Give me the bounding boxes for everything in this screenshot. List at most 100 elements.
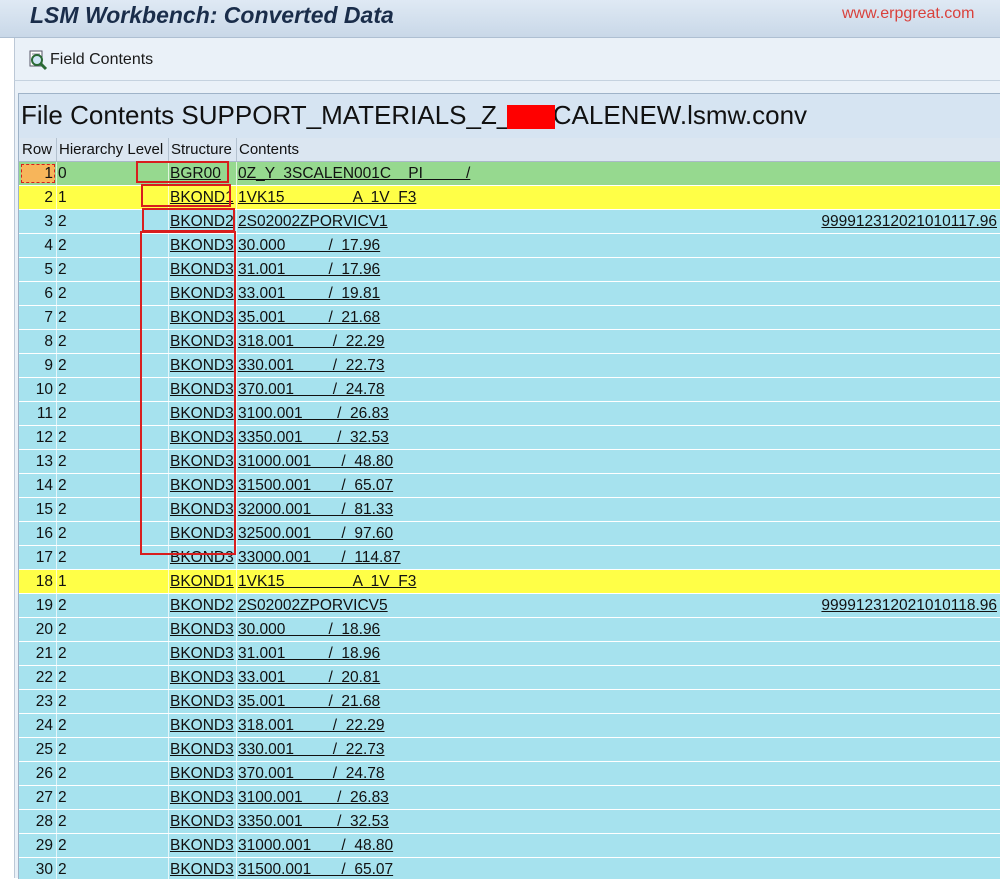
table-row[interactable]: 8 2 BKOND3 318.001 / 22.29 — [19, 330, 1000, 354]
structure-link[interactable]: BKOND2 — [170, 213, 234, 231]
table-row[interactable]: 4 2 BKOND3 30.000 / 17.96 — [19, 234, 1000, 258]
structure-link[interactable]: BKOND3 — [170, 669, 234, 687]
contents-link[interactable]: 31000.001 / 48.80 — [238, 837, 393, 855]
structure-link[interactable]: BKOND3 — [170, 765, 234, 783]
structure-link[interactable]: BKOND3 — [170, 261, 234, 279]
structure-link[interactable]: BKOND3 — [170, 645, 234, 663]
field-contents-button[interactable]: Field Contents — [27, 48, 153, 72]
contents-link[interactable]: 3350.001 / 32.53 — [238, 429, 389, 447]
table-row[interactable]: 28 2 BKOND3 3350.001 / 32.53 — [19, 810, 1000, 834]
contents-link[interactable]: 2S02002ZPORVICV1 — [238, 213, 388, 231]
table-row[interactable]: 21 2 BKOND3 31.001 / 18.96 — [19, 642, 1000, 666]
table-row[interactable]: 9 2 BKOND3 330.001 / 22.73 — [19, 354, 1000, 378]
contents-link[interactable]: 318.001 / 22.29 — [238, 717, 385, 735]
structure-link[interactable]: BKOND3 — [170, 429, 234, 447]
contents-link[interactable]: 33000.001 / 114.87 — [238, 549, 401, 567]
table-row[interactable]: 6 2 BKOND3 33.001 / 19.81 — [19, 282, 1000, 306]
table-row[interactable]: 19 2 BKOND2 2S02002ZPORVICV5 999912312021010… — [19, 594, 1000, 618]
hierarchy-level: 2 — [58, 285, 67, 302]
contents-link[interactable]: 330.001 / 22.73 — [238, 357, 385, 375]
structure-link[interactable]: BKOND3 — [170, 813, 234, 831]
structure-link[interactable]: BKOND3 — [170, 837, 234, 855]
table-row[interactable]: 14 2 BKOND3 31500.001 / 65.07 — [19, 474, 1000, 498]
structure-link[interactable]: BKOND3 — [170, 525, 234, 543]
column-header-contents[interactable]: Contents — [239, 141, 299, 158]
contents-link[interactable]: 370.001 / 24.78 — [238, 765, 385, 783]
structure-link[interactable]: BKOND3 — [170, 693, 234, 711]
contents-link[interactable]: 0Z_Y 3SCALEN001C PI / — [238, 165, 470, 183]
column-header-structure[interactable]: Structure — [171, 141, 232, 158]
structure-link[interactable]: BKOND3 — [170, 501, 234, 519]
table-row[interactable]: 7 2 BKOND3 35.001 / 21.68 — [19, 306, 1000, 330]
table-row[interactable]: 1 0 BGR00 0Z_Y 3SCALEN001C PI / — [19, 162, 1000, 186]
contents-link[interactable]: 31500.001 / 65.07 — [238, 477, 393, 495]
structure-link[interactable]: BKOND3 — [170, 861, 234, 879]
contents-link[interactable]: 35.001 / 21.68 — [238, 693, 380, 711]
structure-link[interactable]: BKOND3 — [170, 381, 234, 399]
contents-link[interactable]: 330.001 / 22.73 — [238, 741, 385, 759]
contents-trailing-value[interactable]: 999912312021010118.96 — [821, 597, 997, 615]
structure-link[interactable]: BKOND3 — [170, 357, 234, 375]
structure-link[interactable]: BKOND3 — [170, 453, 234, 471]
contents-link[interactable]: 318.001 / 22.29 — [238, 333, 385, 351]
structure-link[interactable]: BKOND3 — [170, 333, 234, 351]
table-row[interactable]: 15 2 BKOND3 32000.001 / 81.33 — [19, 498, 1000, 522]
table-row[interactable]: 12 2 BKOND3 3350.001 / 32.53 — [19, 426, 1000, 450]
file-contents-title: File Contents SUPPORT_MATERIALS_Z_Y SCAL… — [21, 100, 808, 130]
structure-link[interactable]: BKOND3 — [170, 621, 234, 639]
contents-link[interactable]: 30.000 / 18.96 — [238, 621, 380, 639]
structure-link[interactable]: BKOND2 — [170, 597, 234, 615]
table-row[interactable]: 24 2 BKOND3 318.001 / 22.29 — [19, 714, 1000, 738]
contents-link[interactable]: 31500.001 / 65.07 — [238, 861, 393, 879]
table-row[interactable]: 23 2 BKOND3 35.001 / 21.68 — [19, 690, 1000, 714]
table-row[interactable]: 25 2 BKOND3 330.001 / 22.73 — [19, 738, 1000, 762]
contents-link[interactable]: 2S02002ZPORVICV5 — [238, 597, 388, 615]
contents-trailing-value[interactable]: 999912312021010117.96 — [821, 213, 997, 231]
contents-link[interactable]: 1VK15 A 1V F3 — [238, 189, 416, 207]
structure-link[interactable]: BKOND3 — [170, 741, 234, 759]
table-row[interactable]: 17 2 BKOND3 33000.001 / 114.87 — [19, 546, 1000, 570]
table-row[interactable]: 30 2 BKOND3 31500.001 / 65.07 — [19, 858, 1000, 879]
structure-link[interactable]: BKOND3 — [170, 405, 234, 423]
contents-link[interactable]: 31.001 / 18.96 — [238, 645, 380, 663]
contents-link[interactable]: 3100.001 / 26.83 — [238, 789, 389, 807]
structure-link[interactable]: BKOND3 — [170, 549, 234, 567]
table-row[interactable]: 10 2 BKOND3 370.001 / 24.78 — [19, 378, 1000, 402]
table-row[interactable]: 5 2 BKOND3 31.001 / 17.96 — [19, 258, 1000, 282]
structure-link[interactable]: BKOND3 — [170, 717, 234, 735]
contents-link[interactable]: 30.000 / 17.96 — [238, 237, 380, 255]
table-row[interactable]: 2 1 BKOND1 1VK15 A 1V F3 — [19, 186, 1000, 210]
contents-link[interactable]: 33.001 / 20.81 — [238, 669, 380, 687]
structure-link[interactable]: BGR00 — [170, 165, 221, 183]
table-row[interactable]: 18 1 BKOND1 1VK15 A 1V F3 — [19, 570, 1000, 594]
column-header-hierarchy-level[interactable]: Hierarchy Level — [59, 141, 163, 158]
contents-link[interactable]: 3350.001 / 32.53 — [238, 813, 389, 831]
table-row[interactable]: 20 2 BKOND3 30.000 / 18.96 — [19, 618, 1000, 642]
structure-link[interactable]: BKOND3 — [170, 309, 234, 327]
column-header-row[interactable]: Row — [22, 141, 52, 158]
table-row[interactable]: 13 2 BKOND3 31000.001 / 48.80 — [19, 450, 1000, 474]
structure-link[interactable]: BKOND3 — [170, 237, 234, 255]
table-row[interactable]: 3 2 BKOND2 2S02002ZPORVICV1 9999123120210101… — [19, 210, 1000, 234]
contents-link[interactable]: 32500.001 / 97.60 — [238, 525, 393, 543]
contents-link[interactable]: 35.001 / 21.68 — [238, 309, 380, 327]
structure-link[interactable]: BKOND3 — [170, 789, 234, 807]
contents-link[interactable]: 1VK15 A 1V F3 — [238, 573, 416, 591]
structure-link[interactable]: BKOND3 — [170, 285, 234, 303]
table-row[interactable]: 16 2 BKOND3 32500.001 / 97.60 — [19, 522, 1000, 546]
contents-link[interactable]: 33.001 / 19.81 — [238, 285, 380, 303]
contents-link[interactable]: 32000.001 / 81.33 — [238, 501, 393, 519]
table-row[interactable]: 29 2 BKOND3 31000.001 / 48.80 — [19, 834, 1000, 858]
table-row[interactable]: 11 2 BKOND3 3100.001 / 26.83 — [19, 402, 1000, 426]
structure-link[interactable]: BKOND1 — [170, 573, 234, 591]
structure-link[interactable]: BKOND3 — [170, 477, 234, 495]
table-row[interactable]: 22 2 BKOND3 33.001 / 20.81 — [19, 666, 1000, 690]
contents-link[interactable]: 370.001 / 24.78 — [238, 381, 385, 399]
table-row[interactable]: 26 2 BKOND3 370.001 / 24.78 — [19, 762, 1000, 786]
hierarchy-level: 2 — [58, 549, 67, 566]
table-row[interactable]: 27 2 BKOND3 3100.001 / 26.83 — [19, 786, 1000, 810]
contents-link[interactable]: 31.001 / 17.96 — [238, 261, 380, 279]
structure-link[interactable]: BKOND1 — [170, 189, 234, 207]
contents-link[interactable]: 31000.001 / 48.80 — [238, 453, 393, 471]
contents-link[interactable]: 3100.001 / 26.83 — [238, 405, 389, 423]
